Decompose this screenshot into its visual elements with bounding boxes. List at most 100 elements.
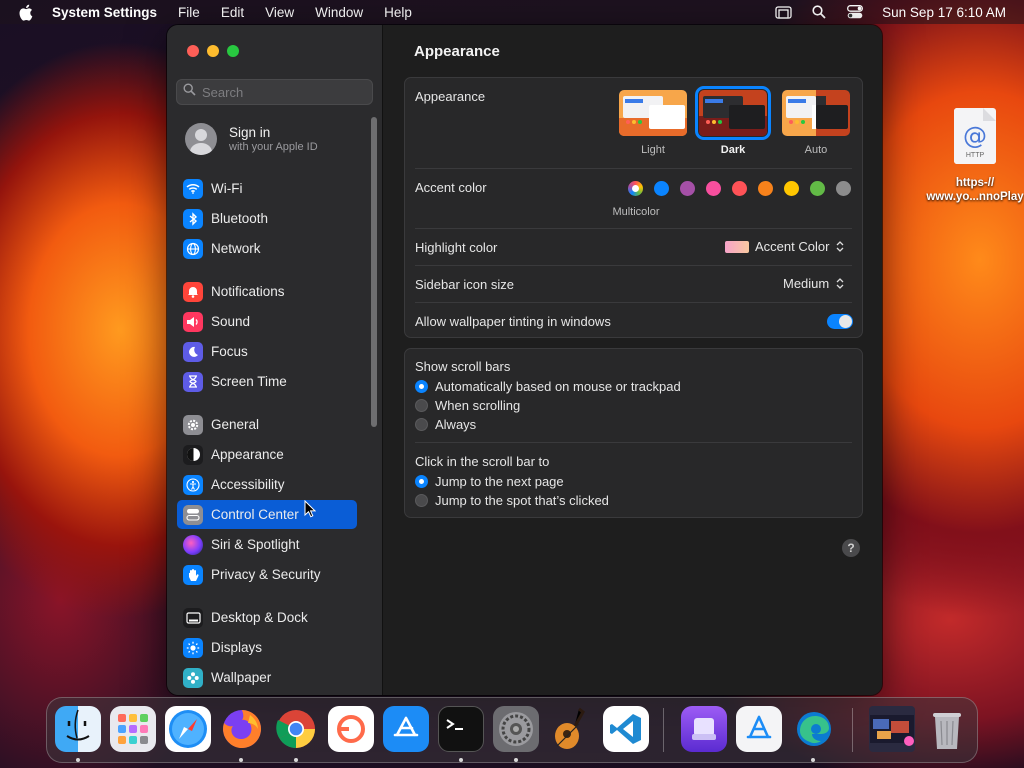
screenshot-folder-icon[interactable]: [869, 706, 915, 752]
appearance-option-label: Light: [641, 144, 665, 156]
appearance-option-light[interactable]: [619, 90, 687, 136]
sidebar-item-label: Accessibility: [211, 477, 285, 492]
wallpaper-tinting-toggle[interactable]: [827, 314, 853, 329]
menubar-clock[interactable]: Sun Sep 17 6:10 AM: [882, 5, 1006, 20]
trash-icon[interactable]: [924, 706, 970, 752]
chrome-icon[interactable]: [273, 706, 319, 752]
help-button[interactable]: ?: [842, 539, 860, 557]
app-store-icon[interactable]: [383, 706, 429, 752]
screen-mirroring-icon[interactable]: [774, 5, 792, 19]
accent-pink-swatch[interactable]: [706, 181, 721, 196]
scroll-option-always[interactable]: Always: [415, 417, 476, 432]
sidebar-item-wifi[interactable]: Wi-Fi: [177, 174, 357, 203]
dock-running-indicator: [239, 758, 243, 762]
close-button[interactable]: [187, 45, 199, 57]
webloc-file-icon: @ HTTP: [954, 108, 996, 164]
menu-help[interactable]: Help: [384, 5, 412, 20]
dock: [46, 697, 978, 763]
webloc-badge: HTTP: [965, 152, 985, 159]
sidebar-item-label: Focus: [211, 344, 248, 359]
menu-edit[interactable]: Edit: [221, 5, 244, 20]
accent-graphite-swatch[interactable]: [836, 181, 851, 196]
sidebar-item-wallpaper[interactable]: Wallpaper: [177, 663, 357, 692]
apple-id-signin[interactable]: Sign in with your Apple ID: [185, 123, 318, 155]
system-settings-icon[interactable]: [493, 706, 539, 752]
zoom-button[interactable]: [227, 45, 239, 57]
divider: [415, 228, 852, 229]
scroll-option-auto[interactable]: Automatically based on mouse or trackpad: [415, 379, 681, 394]
chevron-up-down-icon: [835, 277, 845, 291]
system-settings-window: Sign in with your Apple ID Wi-Fi Bluetoo…: [167, 25, 882, 695]
scroll-bars-title: Show scroll bars: [415, 359, 511, 374]
accent-yellow-swatch[interactable]: [784, 181, 799, 196]
accent-orange-swatch[interactable]: [758, 181, 773, 196]
accent-purple-swatch[interactable]: [680, 181, 695, 196]
garageband-icon[interactable]: [548, 706, 594, 752]
accent-multicolor-swatch[interactable]: [628, 181, 643, 196]
sidebar-item-sound[interactable]: Sound: [177, 307, 357, 336]
sidebar-item-label: General: [211, 417, 260, 432]
appearance-option-dark[interactable]: [695, 86, 771, 140]
edge-icon[interactable]: [791, 706, 837, 752]
minimize-button[interactable]: [207, 45, 219, 57]
sidebar-item-displays[interactable]: Displays: [177, 633, 357, 662]
desktop-webloc-file[interactable]: @ HTTP https-// www.yo...nnoPlay: [926, 108, 1024, 204]
sidebar-item-accessibility[interactable]: Accessibility: [177, 470, 357, 499]
safari-icon[interactable]: [165, 706, 211, 752]
sidebar-item-label: Wi-Fi: [211, 181, 243, 196]
sidebar-item-label: Privacy & Security: [211, 567, 321, 582]
highlight-color-popup[interactable]: Accent Color: [725, 239, 845, 254]
sidebar-item-label: Siri & Spotlight: [211, 537, 300, 552]
xcode-instruments-icon[interactable]: [736, 706, 782, 752]
accent-green-swatch[interactable]: [810, 181, 825, 196]
highlight-color-label: Highlight color: [415, 240, 498, 255]
dock-running-indicator: [294, 758, 298, 762]
sidebar-icon-size-popup[interactable]: Medium: [783, 276, 845, 291]
bezel-icon[interactable]: [328, 706, 374, 752]
signin-title: Sign in: [229, 125, 271, 140]
spotlight-search-icon[interactable]: [810, 5, 828, 19]
search-input[interactable]: [202, 84, 362, 100]
chevron-up-down-icon: [835, 240, 845, 254]
sidebar-item-desktop-dock[interactable]: Desktop & Dock: [177, 603, 357, 632]
sidebar-item-network[interactable]: Network: [177, 234, 357, 263]
sidebar-item-notifications[interactable]: Notifications: [177, 277, 357, 306]
divider: [415, 265, 852, 266]
sidebar-item-bluetooth[interactable]: Bluetooth: [177, 204, 357, 233]
sidebar-scrollbar[interactable]: [371, 117, 377, 427]
menu-file[interactable]: File: [178, 5, 200, 20]
auto-preview-icon: [782, 90, 850, 136]
wifi-icon: [183, 178, 203, 199]
menu-window[interactable]: Window: [315, 5, 363, 20]
bootcamp-icon[interactable]: [681, 706, 727, 752]
vscode-icon[interactable]: [603, 706, 649, 752]
sidebar-item-label: Wallpaper: [211, 670, 272, 685]
app-name-menu[interactable]: System Settings: [52, 5, 157, 20]
accent-blue-swatch[interactable]: [654, 181, 669, 196]
launchpad-icon[interactable]: [110, 706, 156, 752]
sidebar-item-focus[interactable]: Focus: [177, 337, 357, 366]
control-center-menu-icon[interactable]: [846, 5, 864, 19]
terminal-icon[interactable]: [438, 706, 484, 752]
sidebar-item-label: Displays: [211, 640, 263, 655]
sidebar-item-screen-time[interactable]: Screen Time: [177, 367, 357, 396]
sidebar-item-privacy-security[interactable]: Privacy & Security: [177, 560, 357, 589]
firefox-icon[interactable]: [219, 706, 265, 752]
sidebar-item-appearance[interactable]: Appearance: [177, 440, 357, 469]
desktop-file-name-line2: www.yo...nnoPlay: [926, 191, 1024, 203]
menu-view[interactable]: View: [265, 5, 294, 20]
sidebar-item-control-center[interactable]: Control Center: [177, 500, 357, 529]
apple-menu-icon[interactable]: [18, 4, 38, 21]
sidebar-item-siri-spotlight[interactable]: Siri & Spotlight: [177, 530, 357, 559]
finder-icon[interactable]: [55, 706, 101, 752]
settings-pane: Appearance Appearance Light Dark Auto Ac…: [382, 25, 882, 695]
click-option-spot-clicked[interactable]: Jump to the spot that’s clicked: [415, 493, 609, 508]
desktop-file-name-line1: https-//: [955, 177, 995, 189]
sidebar-item-general[interactable]: General: [177, 410, 357, 439]
scroll-option-when-scrolling[interactable]: When scrolling: [415, 398, 520, 413]
sidebar-item-label: Appearance: [211, 447, 284, 462]
click-option-next-page[interactable]: Jump to the next page: [415, 474, 564, 489]
sidebar-search[interactable]: [176, 79, 373, 105]
accent-red-swatch[interactable]: [732, 181, 747, 196]
appearance-option-auto[interactable]: [782, 90, 850, 136]
